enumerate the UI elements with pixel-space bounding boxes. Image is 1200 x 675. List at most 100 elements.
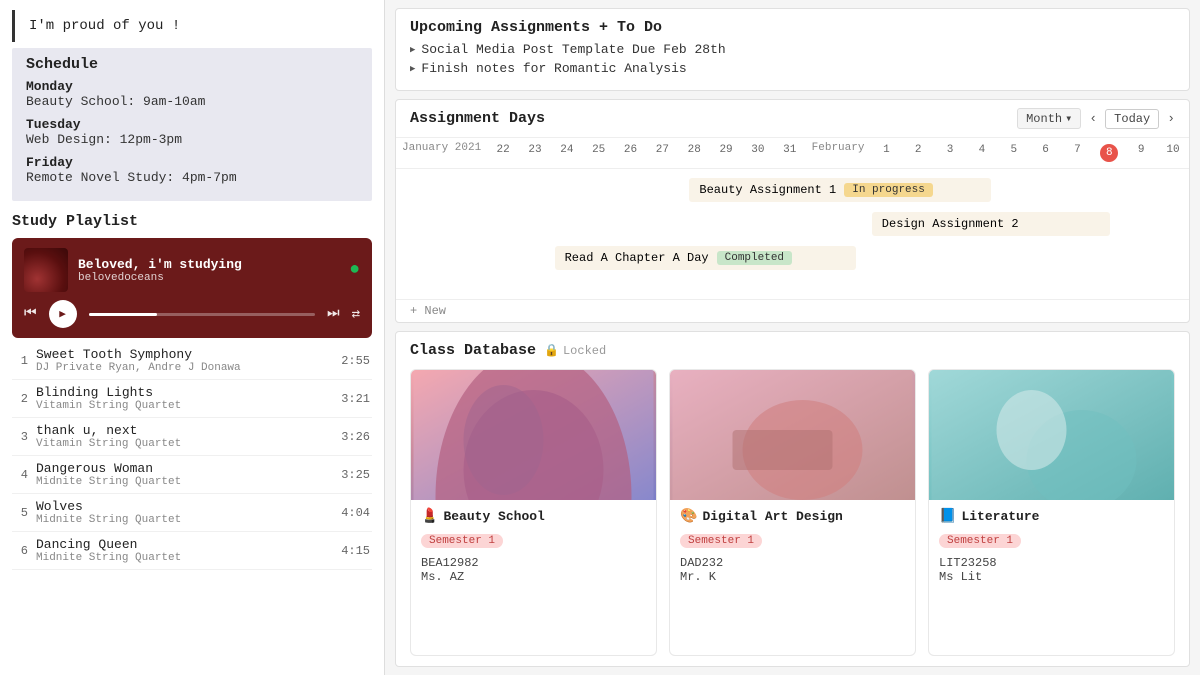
track-artist: Midnite String Quartet (36, 476, 333, 488)
track-name: Dangerous Woman (36, 461, 333, 476)
cal-date-cell[interactable]: 23 (519, 142, 551, 164)
progress-bar[interactable] (89, 313, 315, 316)
cal-date-cell[interactable]: 29 (710, 142, 742, 164)
gantt-row-design: Design Assignment 2 (396, 207, 1189, 241)
gantt-bar-design: Design Assignment 2 (872, 212, 1110, 236)
track-details: Wolves Midnite String Quartet (36, 499, 333, 526)
track-name: Wolves (36, 499, 333, 514)
cal-date-cell[interactable]: 8 (1093, 142, 1125, 164)
locked-label: Locked (563, 344, 606, 358)
cal-date-cell[interactable]: 26 (615, 142, 647, 164)
gantt-row-read: Read A Chapter A Day Completed (396, 241, 1189, 275)
gantt-bar-read: Read A Chapter A Day Completed (555, 246, 856, 270)
quote-text: I'm proud of you ! (29, 18, 180, 34)
track-duration: 3:21 (341, 392, 370, 406)
digital-emoji: 🎨 (680, 508, 697, 525)
semester-badge-digital: Semester 1 (680, 534, 762, 548)
cal-prev-button[interactable]: ‹ (1089, 111, 1097, 126)
class-card-beauty[interactable]: 💄 Beauty School Semester 1 BEA12982 Ms. … (410, 369, 657, 656)
cal-date-cell[interactable]: 30 (742, 142, 774, 164)
card-image-digital (670, 370, 915, 500)
track-duration: 2:55 (341, 354, 370, 368)
class-card-digital[interactable]: 🎨 Digital Art Design Semester 1 DAD232 M… (669, 369, 916, 656)
prev-button[interactable]: ⏮ (24, 306, 37, 322)
playlist-section: Study Playlist Beloved, i'm studying bel… (0, 205, 384, 675)
cal-date-cell[interactable]: 6 (1030, 142, 1062, 164)
cal-date-cell[interactable]: 3 (934, 142, 966, 164)
track-item[interactable]: 6 Dancing Queen Midnite String Quartet 4… (12, 532, 372, 570)
assignments-title: Upcoming Assignments + To Do (410, 19, 1175, 36)
cal-date-cell[interactable]: 27 (646, 142, 678, 164)
share-button[interactable]: ⇄ (352, 306, 360, 323)
card-image-beauty (411, 370, 656, 500)
track-details: Blinding Lights Vitamin String Quartet (36, 385, 333, 412)
track-details: Dangerous Woman Midnite String Quartet (36, 461, 333, 488)
month-dropdown[interactable]: Month ▾ (1017, 108, 1081, 129)
semester-badge-literature: Semester 1 (939, 534, 1021, 548)
track-artist: DJ Private Ryan, Andre J Donawa (36, 362, 333, 374)
track-item[interactable]: 2 Blinding Lights Vitamin String Quartet… (12, 380, 372, 418)
today-button[interactable]: Today (1105, 109, 1159, 129)
cal-grid-wrapper: January 202122232425262728293031February… (396, 138, 1189, 322)
track-duration: 3:26 (341, 430, 370, 444)
assignment-item-2: Finish notes for Romantic Analysis (410, 61, 1175, 76)
track-details: thank u, next Vitamin String Quartet (36, 423, 333, 450)
card-body-literature: 📘 Literature Semester 1 LIT23258 Ms Lit (929, 500, 1174, 655)
cal-dates-row: January 202122232425262728293031February… (396, 138, 1189, 169)
player-artist: belovedoceans (78, 272, 339, 284)
track-num: 6 (14, 544, 28, 558)
assignments-box: Upcoming Assignments + To Do Social Medi… (395, 8, 1190, 91)
track-artist: Vitamin String Quartet (36, 400, 333, 412)
track-name: Blinding Lights (36, 385, 333, 400)
cal-date-cell[interactable]: 7 (1062, 142, 1094, 164)
cal-date-cell[interactable]: 5 (998, 142, 1030, 164)
schedule-section: Schedule Monday Beauty School: 9am-10am … (12, 48, 372, 201)
right-panel: Upcoming Assignments + To Do Social Medi… (385, 0, 1200, 675)
cal-next-button[interactable]: › (1167, 111, 1175, 126)
track-item[interactable]: 5 Wolves Midnite String Quartet 4:04 (12, 494, 372, 532)
next-button[interactable]: ⏭ (327, 306, 340, 322)
cal-date-cell[interactable]: 24 (551, 142, 583, 164)
play-button[interactable]: ▶ (49, 300, 77, 328)
cal-date-cell[interactable]: 4 (966, 142, 998, 164)
track-num: 3 (14, 430, 28, 444)
track-duration: 3:25 (341, 468, 370, 482)
cal-date-cell[interactable]: 9 (1125, 142, 1157, 164)
classdb-section: Class Database 🔒 Locked (395, 331, 1190, 667)
schedule-day-tuesday: Tuesday Web Design: 12pm-3pm (26, 117, 358, 147)
track-item[interactable]: 1 Sweet Tooth Symphony DJ Private Ryan, … (12, 342, 372, 380)
card-code-digital: DAD232 (680, 556, 905, 570)
cal-date-cell[interactable]: 10 (1157, 142, 1189, 164)
album-art (24, 248, 68, 292)
card-title-beauty: 💄 Beauty School (421, 508, 646, 525)
semester-badge-beauty: Semester 1 (421, 534, 503, 548)
new-row-button[interactable]: + New (396, 299, 1189, 322)
lock-icon: 🔒 (544, 343, 559, 358)
chevron-down-icon: ▾ (1065, 111, 1072, 126)
track-duration: 4:04 (341, 506, 370, 520)
cal-date-cell[interactable]: 22 (487, 142, 519, 164)
track-item[interactable]: 4 Dangerous Woman Midnite String Quartet… (12, 456, 372, 494)
cal-date-cell[interactable]: 1 (870, 142, 902, 164)
cal-date-cell[interactable]: 2 (902, 142, 934, 164)
gantt-beauty-label: Beauty Assignment 1 (699, 183, 836, 197)
track-name: Dancing Queen (36, 537, 333, 552)
cal-date-cell[interactable]: 25 (583, 142, 615, 164)
track-list: 1 Sweet Tooth Symphony DJ Private Ryan, … (12, 342, 372, 675)
card-title-digital: 🎨 Digital Art Design (680, 508, 905, 525)
classdb-title: Class Database (410, 342, 536, 359)
card-teacher-literature: Ms Lit (939, 570, 1164, 584)
status-badge-completed: Completed (717, 251, 792, 265)
track-item[interactable]: 3 thank u, next Vitamin String Quartet 3… (12, 418, 372, 456)
cal-date-cell[interactable]: 31 (774, 142, 806, 164)
cal-gantt: Beauty Assignment 1 In progress Design A… (396, 169, 1189, 299)
playlist-title: Study Playlist (12, 213, 372, 230)
beauty-emoji: 💄 (421, 508, 438, 525)
cal-date-cell[interactable]: 28 (678, 142, 710, 164)
track-name: thank u, next (36, 423, 333, 438)
calendar-feb-label: February (806, 142, 871, 164)
card-body-digital: 🎨 Digital Art Design Semester 1 DAD232 M… (670, 500, 915, 655)
class-card-literature[interactable]: 📘 Literature Semester 1 LIT23258 Ms Lit (928, 369, 1175, 656)
track-artist: Vitamin String Quartet (36, 438, 333, 450)
player-controls[interactable]: ⏮ ▶ ⏭ ⇄ (24, 300, 360, 328)
